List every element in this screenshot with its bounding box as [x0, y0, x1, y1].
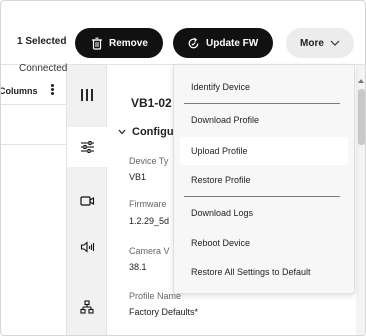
network-icon	[80, 300, 94, 314]
menu-item-restore-profile[interactable]: Restore Profile	[174, 166, 354, 194]
sliders-icon	[80, 141, 94, 153]
rail-settings[interactable]	[67, 127, 107, 167]
kebab-menu-icon[interactable]	[49, 83, 55, 97]
menu-item-identify-device[interactable]: Identify Device	[174, 73, 354, 101]
camera-version-value: 38.1	[129, 262, 147, 272]
rail-network[interactable]	[67, 287, 107, 327]
more-button[interactable]: More	[286, 28, 354, 58]
icon-rail	[67, 65, 107, 335]
trash-icon	[92, 37, 102, 50]
configuration-section-toggle[interactable]: Configu	[118, 126, 174, 138]
remove-button[interactable]: Remove	[75, 28, 163, 58]
more-label: More	[300, 37, 324, 49]
more-dropdown-menu: Identify Device Download Profile Upload …	[173, 64, 355, 294]
update-fw-label: Update FW	[206, 37, 259, 49]
refresh-icon	[188, 37, 199, 48]
camera-version-label: Camera V	[129, 246, 170, 256]
rail-video[interactable]	[67, 181, 107, 221]
menu-item-upload-profile[interactable]: Upload Profile	[180, 137, 348, 165]
device-type-value: VB1	[129, 172, 147, 182]
device-status-cell: Connected	[19, 63, 68, 74]
selected-count: 1 Selected	[17, 36, 67, 47]
device-title: VB1-02	[131, 96, 172, 110]
details-scrollbar[interactable]	[356, 65, 365, 335]
firmware-label: Firmware	[129, 199, 167, 209]
profile-name-value: Factory Defaults*	[129, 307, 199, 317]
columns-header-label: Columns	[0, 86, 38, 96]
video-icon	[79, 196, 94, 206]
scroll-up-arrow-icon[interactable]	[358, 79, 364, 83]
menu-divider	[184, 196, 340, 197]
menu-item-reboot-device[interactable]: Reboot Device	[174, 229, 354, 257]
audio-icon	[80, 241, 94, 253]
rail-columns[interactable]	[67, 75, 107, 115]
menu-item-download-logs[interactable]: Download Logs	[174, 199, 354, 227]
app-frame: 1 Selected Remove Update FW More Columns…	[0, 0, 366, 336]
chevron-down-icon	[330, 40, 340, 46]
section-title: Configu	[132, 126, 174, 138]
firmware-value: 1.2.29_5d	[129, 216, 170, 226]
rail-audio[interactable]	[67, 227, 107, 267]
scroll-thumb[interactable]	[358, 89, 365, 145]
menu-item-download-profile[interactable]: Download Profile	[174, 106, 354, 134]
table-row[interactable]	[1, 105, 67, 145]
device-table: Columns	[0, 65, 67, 335]
update-fw-button[interactable]: Update FW	[173, 28, 273, 58]
menu-divider	[184, 103, 340, 104]
device-type-label: Device Ty	[129, 156, 169, 166]
columns-icon	[81, 89, 93, 101]
chevron-down-icon	[118, 129, 126, 135]
menu-item-restore-all-defaults[interactable]: Restore All Settings to Default	[174, 258, 354, 286]
remove-label: Remove	[109, 37, 148, 49]
toolbar: 1 Selected Remove Update FW More	[1, 1, 365, 65]
